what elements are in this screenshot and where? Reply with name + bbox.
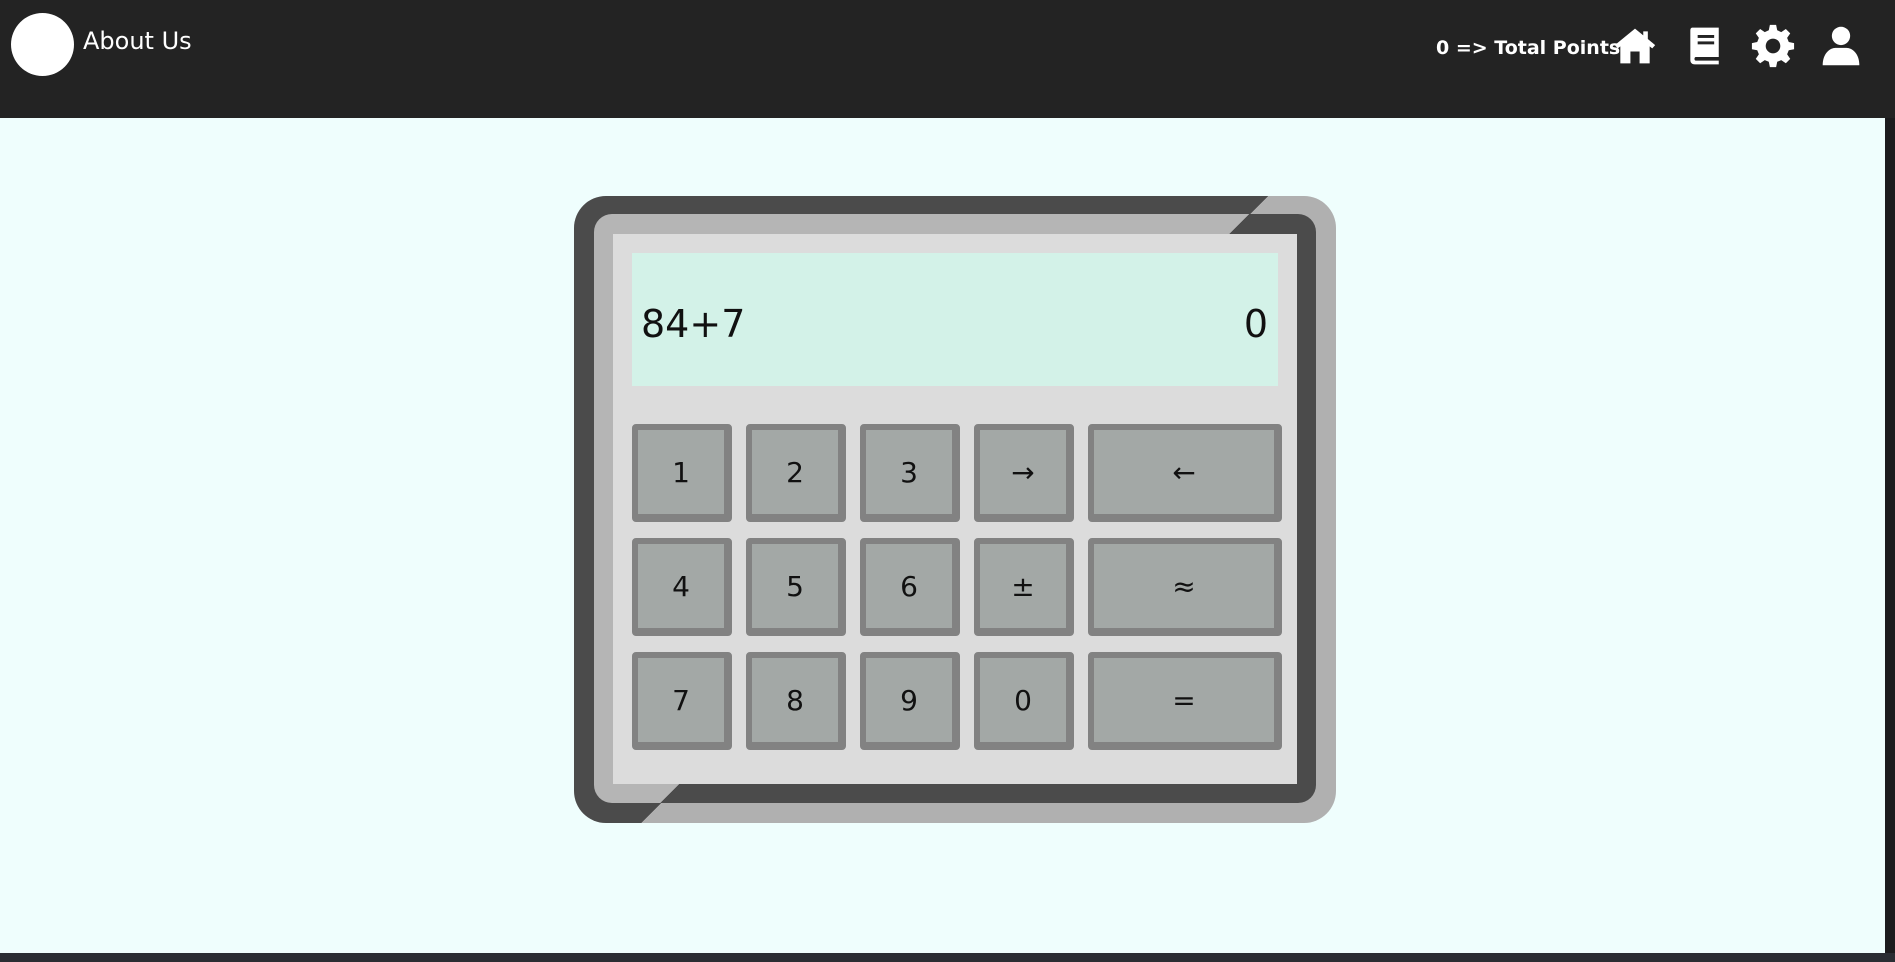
- key-5[interactable]: 5: [746, 538, 846, 636]
- book-icon[interactable]: [1683, 24, 1727, 68]
- key-6[interactable]: 6: [860, 538, 960, 636]
- key-equals[interactable]: =: [1088, 652, 1282, 750]
- key-7[interactable]: 7: [632, 652, 732, 750]
- key-8[interactable]: 8: [746, 652, 846, 750]
- top-navbar: About Us 0 => Total Points: [0, 0, 1895, 118]
- key-2[interactable]: 2: [746, 424, 846, 522]
- display-expression: 84+7: [641, 302, 746, 346]
- display-result: 0: [1243, 302, 1268, 346]
- key-cursor-right[interactable]: →: [974, 424, 1074, 522]
- about-us-link[interactable]: About Us: [83, 27, 192, 55]
- key-9[interactable]: 9: [860, 652, 960, 750]
- key-backspace[interactable]: ←: [1088, 424, 1282, 522]
- key-plus-minus[interactable]: ±: [974, 538, 1074, 636]
- key-0[interactable]: 0: [974, 652, 1074, 750]
- key-3[interactable]: 3: [860, 424, 960, 522]
- home-icon[interactable]: [1613, 24, 1657, 68]
- user-icon[interactable]: [1819, 24, 1863, 68]
- total-points-label: 0 => Total Points: [1436, 37, 1621, 59]
- key-approx[interactable]: ≈: [1088, 538, 1282, 636]
- gear-icon[interactable]: [1751, 24, 1795, 68]
- key-4[interactable]: 4: [632, 538, 732, 636]
- key-1[interactable]: 1: [632, 424, 732, 522]
- logo-avatar[interactable]: [11, 13, 74, 76]
- bottom-strip: [0, 953, 1895, 962]
